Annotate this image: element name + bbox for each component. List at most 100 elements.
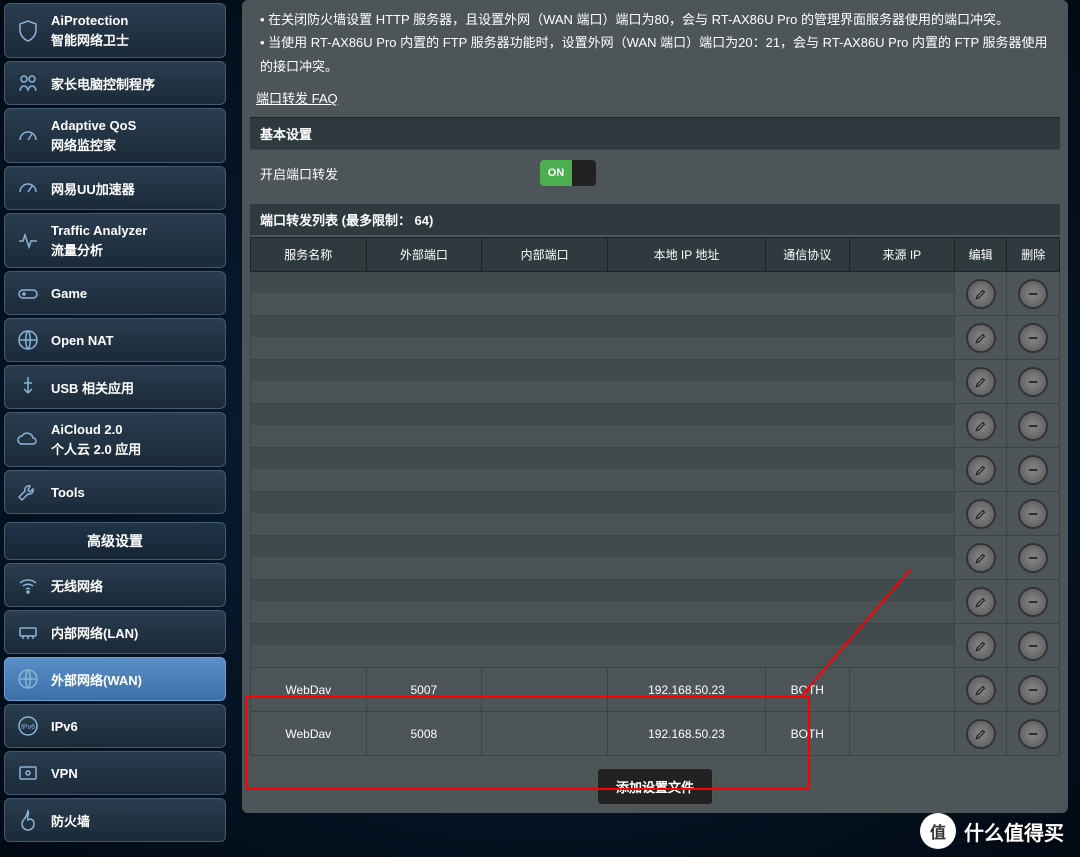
enable-toggle[interactable]: ON: [540, 160, 596, 186]
delete-button[interactable]: [1018, 499, 1048, 529]
menu-label: 网易UU加速器: [51, 179, 135, 198]
gauge-icon: [15, 123, 41, 149]
sidebar-item-8[interactable]: AiCloud 2.0个人云 2.0 应用: [4, 412, 226, 467]
sidebar-item-1[interactable]: 家长电脑控制程序: [4, 61, 226, 105]
sidebar-adv-item-5[interactable]: 防火墙: [4, 798, 226, 842]
edit-button[interactable]: [966, 587, 996, 617]
table-row: [251, 360, 1060, 404]
cell-src: [849, 712, 954, 756]
menu-label: AiCloud 2.0个人云 2.0 应用: [51, 421, 141, 458]
menu-label: Game: [51, 286, 87, 301]
cell-ip: 192.168.50.23: [608, 712, 766, 756]
blurred-cell: [251, 624, 955, 668]
menu-label: 内部网络(LAN): [51, 623, 138, 642]
watermark-badge-icon: 值: [920, 813, 956, 849]
main-content: 在关闭防火墙设置 HTTP 服务器，且设置外网（WAN 端口）端口为80，会与 …: [230, 0, 1080, 857]
delete-button[interactable]: [1018, 719, 1048, 749]
blurred-cell: [251, 580, 955, 624]
edit-button[interactable]: [966, 367, 996, 397]
menu-label: 无线网络: [51, 576, 103, 595]
col-proto: 通信协议: [765, 238, 849, 272]
shield-icon: [15, 18, 41, 44]
pulse-icon: [15, 228, 41, 254]
menu-label: 防火墙: [51, 811, 90, 830]
sidebar-item-5[interactable]: Game: [4, 271, 226, 315]
table-row: [251, 492, 1060, 536]
delete-button[interactable]: [1018, 631, 1048, 661]
edit-button[interactable]: [966, 279, 996, 309]
edit-button[interactable]: [966, 719, 996, 749]
table-row: [251, 404, 1060, 448]
col-int: 内部端口: [482, 238, 608, 272]
delete-button[interactable]: [1018, 367, 1048, 397]
delete-button[interactable]: [1018, 675, 1048, 705]
sidebar-adv-item-3[interactable]: IPv6IPv6: [4, 704, 226, 748]
blurred-cell: [251, 536, 955, 580]
blurred-cell: [251, 404, 955, 448]
col-ip: 本地 IP 地址: [608, 238, 766, 272]
cell-src: [849, 668, 954, 712]
delete-button[interactable]: [1018, 455, 1048, 485]
menu-label: USB 相关应用: [51, 378, 134, 397]
menu-label: Traffic Analyzer流量分析: [51, 222, 147, 259]
blurred-cell: [251, 448, 955, 492]
add-profile-button[interactable]: 添加设置文件: [597, 768, 713, 805]
sidebar-adv-item-1[interactable]: 内部网络(LAN): [4, 610, 226, 654]
sidebar-item-3[interactable]: 网易UU加速器: [4, 166, 226, 210]
sidebar-adv-item-4[interactable]: VPN: [4, 751, 226, 795]
sidebar-adv-item-0[interactable]: 无线网络: [4, 563, 226, 607]
sidebar-item-0[interactable]: AiProtection智能网络卫士: [4, 3, 226, 58]
wifi-icon: [15, 572, 41, 598]
delete-button[interactable]: [1018, 279, 1048, 309]
note-item: 在关闭防火墙设置 HTTP 服务器，且设置外网（WAN 端口）端口为80，会与 …: [260, 8, 1060, 31]
cell-proto: BOTH: [765, 712, 849, 756]
parental-icon: [15, 70, 41, 96]
basic-section-title: 基本设置: [250, 117, 1060, 149]
sidebar-item-4[interactable]: Traffic Analyzer流量分析: [4, 213, 226, 268]
fire-icon: [15, 807, 41, 833]
sidebar-adv-item-2[interactable]: 外部网络(WAN): [4, 657, 226, 701]
wan-icon: [15, 666, 41, 692]
cell-service: WebDav: [251, 668, 367, 712]
sidebar-item-2[interactable]: Adaptive QoS网络监控家: [4, 108, 226, 163]
cell-service: WebDav: [251, 712, 367, 756]
cell-ext: 5007: [366, 668, 482, 712]
sidebar-section-advanced: 高级设置: [4, 522, 226, 560]
edit-button[interactable]: [966, 411, 996, 441]
blurred-cell: [251, 492, 955, 536]
enable-label: 开启端口转发: [260, 164, 540, 183]
edit-button[interactable]: [966, 631, 996, 661]
gauge-icon: [15, 175, 41, 201]
edit-button[interactable]: [966, 675, 996, 705]
note-item: 当使用 RT-AX86U Pro 内置的 FTP 服务器功能时，设置外网（WAN…: [260, 31, 1060, 78]
delete-button[interactable]: [1018, 543, 1048, 573]
cloud-icon: [15, 427, 41, 453]
usb-icon: [15, 374, 41, 400]
menu-label: 家长电脑控制程序: [51, 74, 155, 93]
delete-button[interactable]: [1018, 323, 1048, 353]
sidebar-item-9[interactable]: Tools: [4, 470, 226, 514]
faq-link[interactable]: 端口转发 FAQ: [256, 88, 338, 107]
delete-button[interactable]: [1018, 587, 1048, 617]
blurred-cell: [251, 272, 955, 316]
notes-list: 在关闭防火墙设置 HTTP 服务器，且设置外网（WAN 端口）端口为80，会与 …: [260, 8, 1060, 78]
menu-label: IPv6: [51, 719, 78, 734]
enable-port-forward-row: 开启端口转发 ON: [250, 149, 1060, 196]
col-service: 服务名称: [251, 238, 367, 272]
menu-label: VPN: [51, 766, 78, 781]
sidebar-item-6[interactable]: Open NAT: [4, 318, 226, 362]
delete-button[interactable]: [1018, 411, 1048, 441]
sidebar-item-7[interactable]: USB 相关应用: [4, 365, 226, 409]
blurred-cell: [251, 360, 955, 404]
content-panel: 在关闭防火墙设置 HTTP 服务器，且设置外网（WAN 端口）端口为80，会与 …: [242, 0, 1068, 813]
col-del: 删除: [1007, 238, 1060, 272]
vpn-icon: [15, 760, 41, 786]
cell-ip: 192.168.50.23: [608, 668, 766, 712]
edit-button[interactable]: [966, 455, 996, 485]
cell-proto: BOTH: [765, 668, 849, 712]
edit-button[interactable]: [966, 323, 996, 353]
col-ext: 外部端口: [366, 238, 482, 272]
edit-button[interactable]: [966, 499, 996, 529]
table-row: [251, 624, 1060, 668]
edit-button[interactable]: [966, 543, 996, 573]
